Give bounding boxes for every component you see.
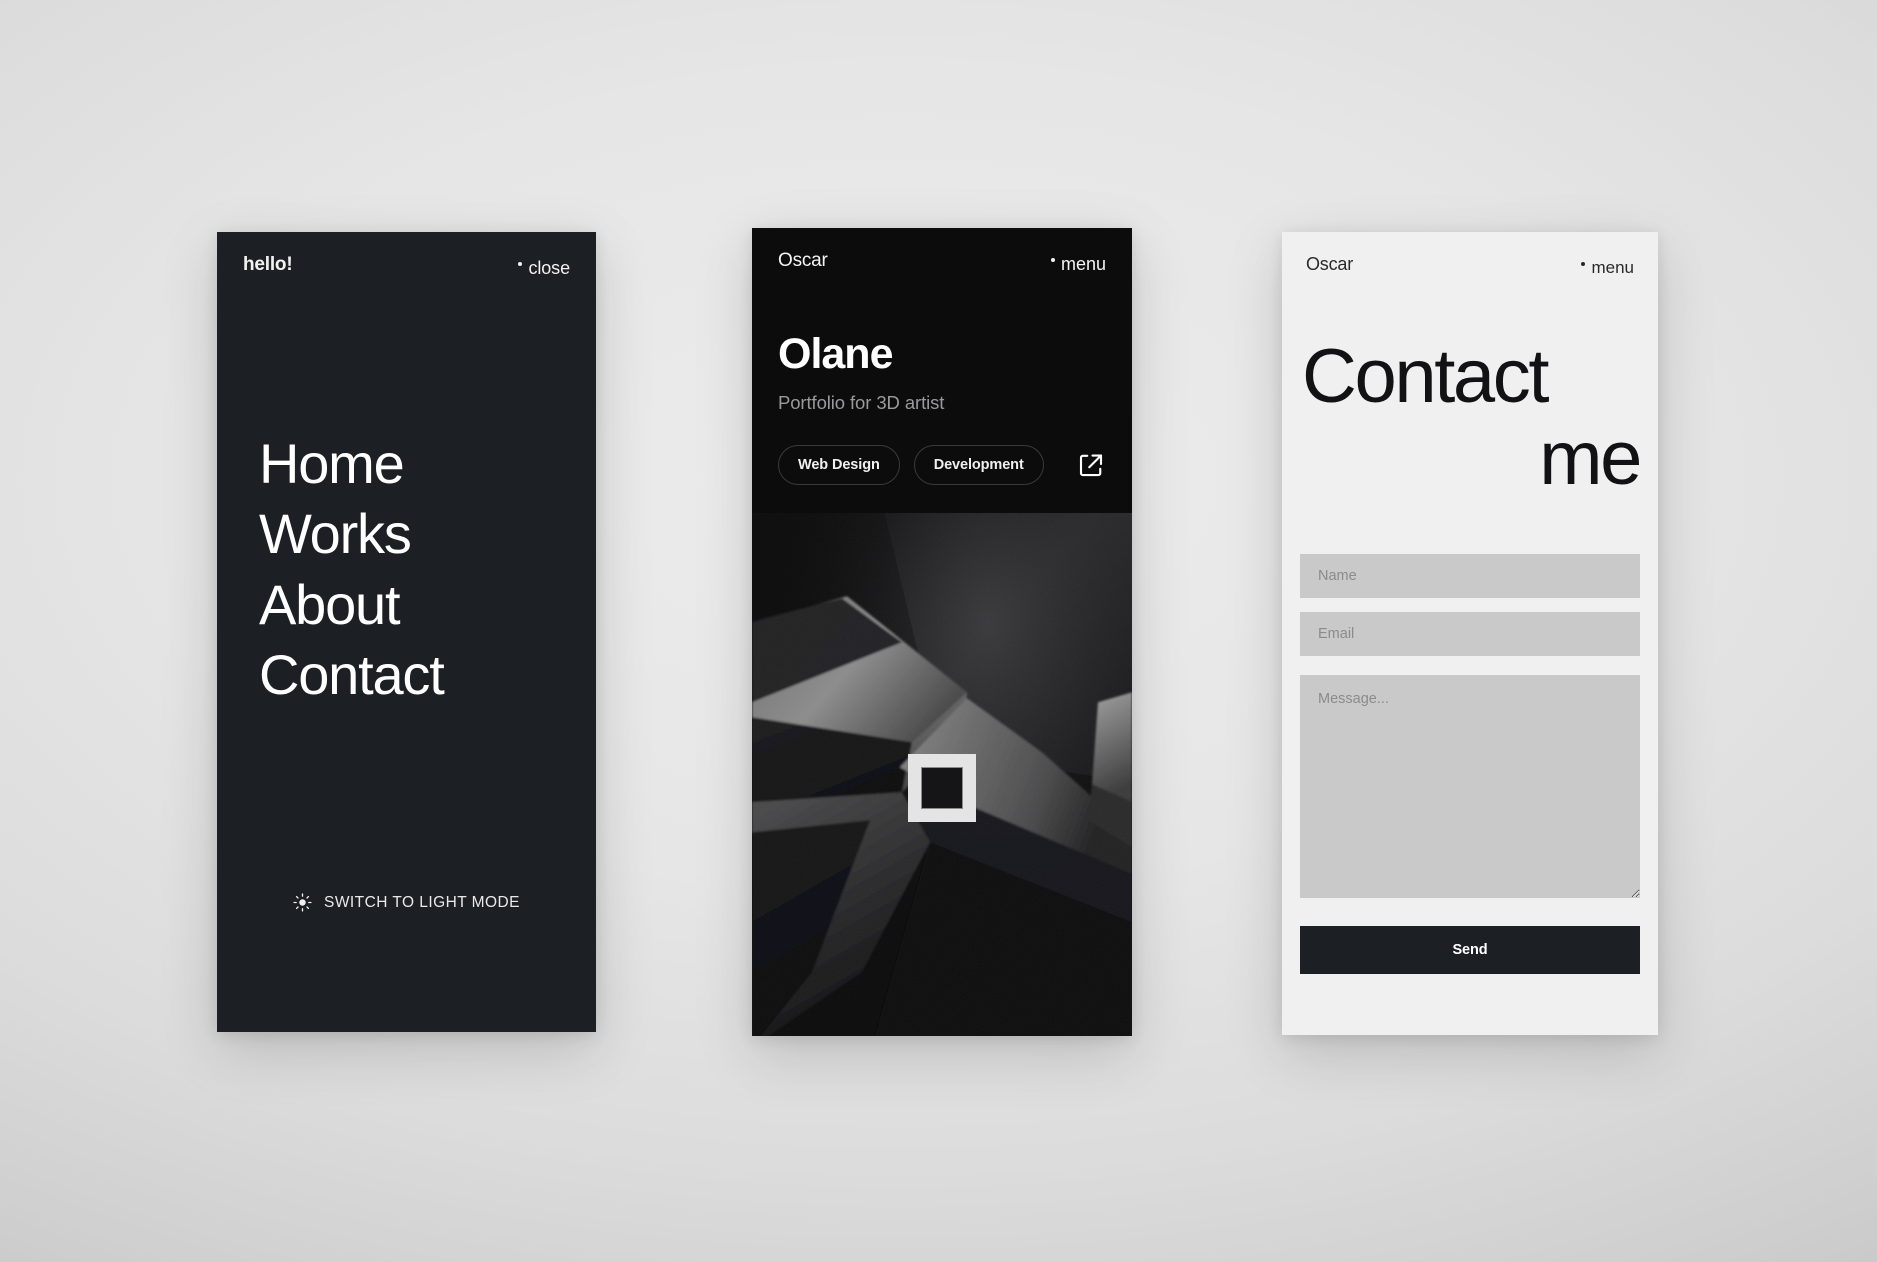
nav-item-about[interactable]: About — [259, 572, 596, 639]
bullet-icon — [1050, 258, 1055, 262]
sun-icon — [293, 893, 312, 912]
theme-toggle-label: SWITCH TO LIGHT MODE — [324, 893, 520, 911]
nav-item-works[interactable]: Works — [259, 501, 596, 568]
screen-contact: Oscar menu Contact me Send — [1282, 232, 1658, 1035]
bullet-icon — [518, 262, 523, 266]
square-frame-button[interactable] — [908, 753, 976, 822]
screen-project: Oscar menu Olane Portfolio for 3D artist… — [752, 228, 1132, 1036]
contact-topbar: Oscar menu — [1282, 232, 1658, 278]
mockup-canvas: hello! close Home Works About Contact SW… — [0, 0, 1877, 1262]
nav-item-home[interactable]: Home — [259, 431, 596, 498]
page-title: Contact me — [1282, 334, 1658, 502]
brand-label: hello! — [243, 254, 293, 275]
tag-development[interactable]: Development — [913, 444, 1044, 485]
project-header: Olane Portfolio for 3D artist — [752, 275, 1132, 414]
close-label: close — [528, 257, 570, 278]
brand-label[interactable]: Oscar — [1306, 254, 1353, 275]
project-media[interactable] — [752, 512, 1132, 1036]
bullet-icon — [1581, 262, 1586, 266]
main-navigation: Home Works About Contact — [217, 431, 596, 710]
page-title-line-1: Contact — [1302, 334, 1550, 419]
send-button[interactable]: Send — [1300, 926, 1640, 975]
theme-toggle-button[interactable]: SWITCH TO LIGHT MODE — [217, 893, 596, 912]
email-input[interactable] — [1300, 612, 1640, 657]
menu-button[interactable]: menu — [1581, 258, 1634, 278]
menu-label: menu — [1060, 253, 1106, 274]
external-link-icon[interactable] — [1076, 450, 1106, 480]
close-button[interactable]: close — [518, 258, 570, 279]
nav-item-contact[interactable]: Contact — [259, 642, 596, 709]
page-title-line-2: me — [1539, 416, 1642, 502]
menu-button[interactable]: menu — [1050, 253, 1106, 275]
project-topbar: Oscar menu — [752, 228, 1132, 275]
project-subtitle: Portfolio for 3D artist — [778, 391, 945, 413]
project-tag-row: Web Design Development — [752, 444, 1132, 485]
menu-topbar: hello! close — [217, 232, 596, 279]
contact-form: Send — [1282, 554, 1658, 975]
tag-web-design[interactable]: Web Design — [778, 444, 900, 485]
message-textarea[interactable] — [1300, 675, 1640, 899]
name-input[interactable] — [1300, 554, 1640, 599]
brand-label[interactable]: Oscar — [778, 250, 828, 272]
screen-menu: hello! close Home Works About Contact SW… — [217, 232, 596, 1032]
menu-label: menu — [1591, 258, 1634, 277]
square-frame-inner — [921, 766, 963, 809]
project-title: Olane — [778, 329, 894, 378]
